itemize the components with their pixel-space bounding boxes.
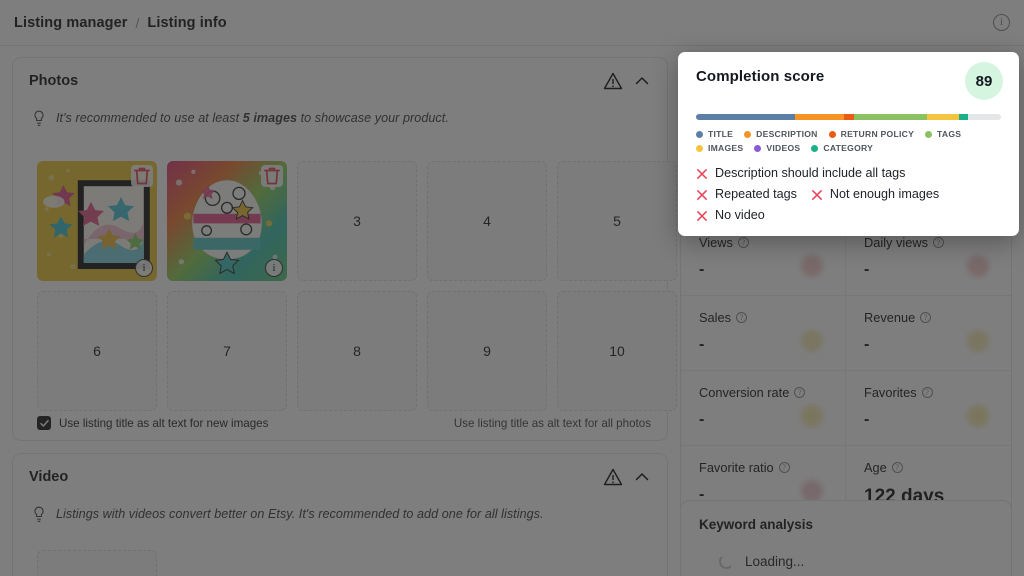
score-segment: [794, 114, 844, 120]
legend-item: DESCRIPTION: [744, 129, 817, 139]
legend-label: VIDEOS: [766, 143, 801, 153]
legend-label: TITLE: [708, 129, 734, 139]
score-segment: [696, 114, 795, 120]
legend-item: RETURN POLICY: [828, 129, 915, 139]
completion-score-title: Completion score: [696, 68, 825, 85]
x-mark-icon: [696, 167, 708, 179]
legend-label: IMAGES: [708, 143, 744, 153]
score-segment: [959, 114, 969, 120]
legend-dot-icon: [828, 130, 836, 138]
completion-error-text: Not enough images: [829, 187, 940, 201]
completion-error-item: Description should include all tags: [696, 166, 905, 180]
completion-score-errors: Description should include all tags Repea…: [696, 166, 1001, 222]
completion-score-legend: TITLE DESCRIPTION RETURN POLICY TAGS IMAGES V…: [696, 129, 996, 153]
completion-error-item: Repeated tags: [696, 187, 797, 201]
legend-dot-icon: [696, 130, 703, 138]
score-segment: [854, 114, 928, 120]
x-mark-icon: [696, 209, 708, 221]
x-mark-icon: [811, 188, 823, 200]
completion-score-badge: 89: [965, 62, 1003, 100]
legend-item: TITLE: [696, 129, 733, 139]
completion-error-text: No video: [715, 208, 765, 222]
legend-label: TAGS: [937, 129, 962, 139]
completion-error-item: Not enough images: [811, 187, 939, 201]
score-segment: [927, 114, 960, 120]
legend-label: CATEGORY: [823, 143, 874, 153]
legend-dot-icon: [696, 144, 703, 152]
legend-item: TAGS: [925, 129, 961, 139]
completion-error-item: No video: [696, 208, 765, 222]
x-mark-icon: [696, 188, 708, 200]
completion-score-header: Completion score 89: [696, 62, 1003, 100]
legend-dot-icon: [811, 144, 819, 152]
score-segment: [968, 114, 1001, 120]
completion-error-text: Repeated tags: [715, 187, 797, 201]
legend-dot-icon: [925, 130, 933, 138]
legend-label: DESCRIPTION: [756, 129, 818, 139]
app-root: Listing manager / Listing info i Photos: [0, 0, 1024, 576]
legend-item: CATEGORY: [811, 143, 873, 153]
completion-score-popover: Completion score 89 TITLE DESCRIPTION RETU…: [678, 52, 1019, 236]
completion-error-text: Description should include all tags: [715, 166, 906, 180]
legend-dot-icon: [744, 130, 752, 138]
legend-item: VIDEOS: [754, 143, 800, 153]
completion-score-bar: [696, 114, 1001, 120]
score-segment: [843, 114, 855, 120]
legend-item: IMAGES: [696, 143, 743, 153]
legend-dot-icon: [754, 144, 762, 152]
legend-label: RETURN POLICY: [840, 129, 915, 139]
